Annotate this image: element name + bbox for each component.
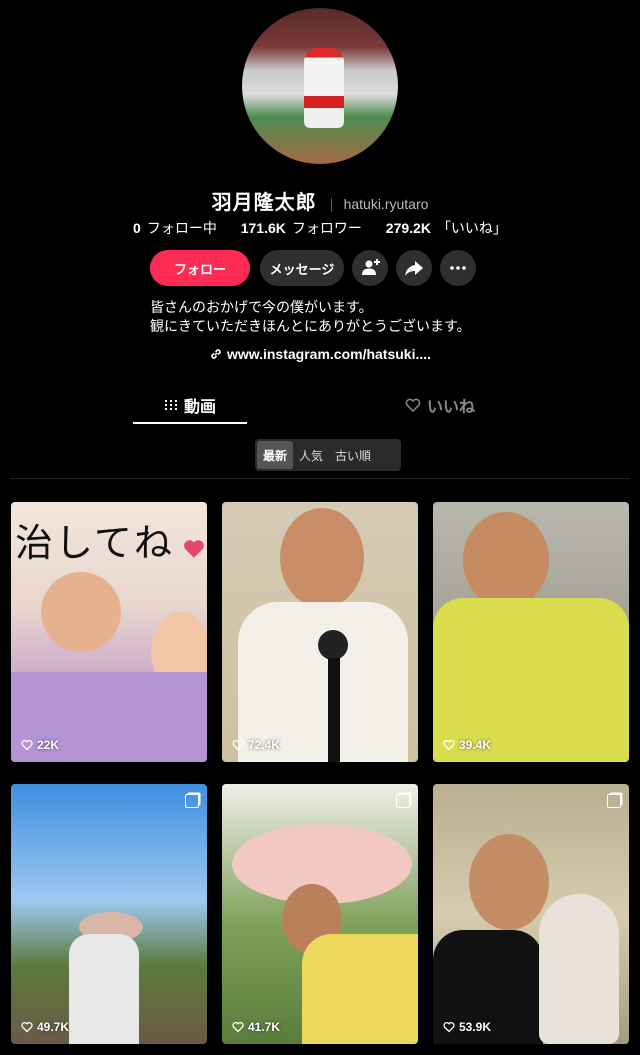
profile-handle: hatuki.ryutaro <box>343 196 429 212</box>
thumbnail-face <box>463 512 549 608</box>
likes-stat: 279.2K 「いいね」 <box>386 220 507 236</box>
more-options-button[interactable] <box>440 250 476 286</box>
followers-count: 171.6K <box>240 220 286 236</box>
message-button[interactable]: メッセージ <box>260 250 344 286</box>
video-views-count: 22K <box>37 738 60 752</box>
video-views: 41.7K <box>232 1020 280 1034</box>
add-user-icon <box>362 259 380 275</box>
thumbnail-face <box>280 508 364 608</box>
following-stat[interactable]: 0 フォロー中 <box>133 220 217 236</box>
profile-stats: 0 フォロー中 171.6K フォロワー 279.2K 「いいね」 <box>0 218 640 238</box>
bio-line: 皆さんのおかげで今の僕がいます。 <box>150 299 373 315</box>
tab-videos[interactable]: 動画 <box>133 388 247 424</box>
thumbnail-dog <box>539 894 619 1044</box>
video-card[interactable]: 39.4K <box>433 502 629 762</box>
video-views-count: 41.7K <box>248 1020 281 1034</box>
video-card[interactable]: 41.7K <box>222 784 418 1044</box>
video-views: 72.4K <box>232 738 280 752</box>
profile-name-row: 羽月隆太郎 hatuki.ryutaro <box>0 186 640 215</box>
bio-line: 観にきていただきほんとにありがとうございます。 <box>150 318 471 334</box>
video-views-count: 39.4K <box>459 738 492 752</box>
tab-likes-label: いいね <box>426 399 475 416</box>
following-count: 0 <box>133 220 141 236</box>
heart-sticker-icon <box>184 540 204 558</box>
profile-link[interactable]: www.instagram.com/hatsuki.... <box>0 346 640 362</box>
multi-photo-icon <box>185 794 199 808</box>
heart-outline-icon <box>21 1022 33 1033</box>
heart-lock-icon <box>405 398 421 413</box>
video-card[interactable]: 53.9K <box>433 784 629 1044</box>
likes-count: 279.2K <box>385 220 431 236</box>
thumbnail-face <box>41 572 121 652</box>
sort-oldest[interactable]: 古い順 <box>329 441 377 469</box>
followers-label: フォロワー <box>291 220 362 236</box>
tab-videos-label: 動画 <box>183 399 216 416</box>
video-card[interactable]: 49.7K <box>11 784 207 1044</box>
profile-avatar[interactable] <box>242 8 398 164</box>
sort-popular[interactable]: 人気 <box>293 441 329 469</box>
video-views: 53.9K <box>443 1020 491 1034</box>
divider <box>10 478 630 479</box>
name-separator <box>330 197 332 212</box>
video-views-count: 53.9K <box>459 1020 492 1034</box>
tab-likes[interactable]: いいね <box>390 388 490 422</box>
video-views: 22K <box>21 738 59 752</box>
heart-outline-icon <box>232 1022 244 1033</box>
profile-actions: フォロー メッセージ <box>150 250 476 286</box>
likes-label: 「いいね」 <box>436 220 507 236</box>
video-card[interactable]: 72.4K <box>222 502 418 762</box>
profile-link-text[interactable]: www.instagram.com/hatsuki.... <box>227 346 431 362</box>
avatar-player-image <box>304 48 344 128</box>
follow-button[interactable]: フォロー <box>150 250 250 286</box>
followers-stat[interactable]: 171.6K フォロワー <box>241 220 362 236</box>
share-arrow-icon <box>405 261 423 276</box>
add-friend-button[interactable] <box>352 250 388 286</box>
thumbnail-face <box>469 834 549 930</box>
grid-bars-icon <box>164 400 177 410</box>
multi-photo-icon <box>607 794 621 808</box>
more-dots-icon <box>450 266 466 270</box>
video-views-count: 72.4K <box>248 738 281 752</box>
video-card[interactable]: 治してね 22K <box>11 502 207 762</box>
heart-outline-icon <box>443 740 455 751</box>
heart-outline-icon <box>232 740 244 751</box>
profile-name: 羽月隆太郎 <box>211 192 317 214</box>
share-button[interactable] <box>396 250 432 286</box>
link-icon <box>211 349 221 359</box>
profile-bio: 皆さんのおかげで今の僕がいます。 観にきていただきほんとにありがとうございます。 <box>150 298 471 336</box>
sort-control: 最新 人気 古い順 <box>255 439 401 471</box>
heart-outline-icon <box>443 1022 455 1033</box>
video-views-count: 49.7K <box>37 1020 70 1034</box>
video-caption: 治してね <box>15 521 174 565</box>
following-label: フォロー中 <box>146 220 217 236</box>
thumbnail-person <box>69 934 139 1044</box>
heart-outline-icon <box>21 740 33 751</box>
microphone-image <box>318 630 348 660</box>
sort-latest[interactable]: 最新 <box>257 441 294 469</box>
video-views: 39.4K <box>443 738 491 752</box>
video-views: 49.7K <box>21 1020 69 1034</box>
microphone-handle <box>328 658 340 762</box>
thumbnail-shirt <box>302 934 418 1044</box>
multi-photo-icon <box>396 794 410 808</box>
profile-tabs: 動画 いいね <box>0 388 640 424</box>
